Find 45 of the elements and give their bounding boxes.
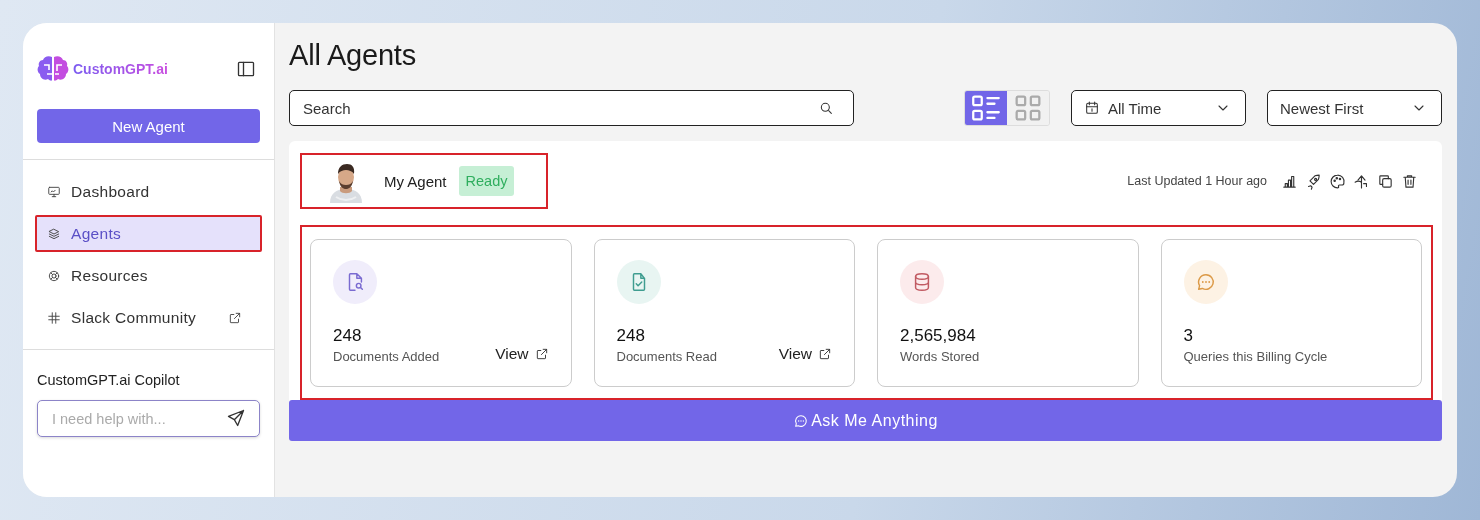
calendar-icon [1084, 100, 1100, 116]
palette-icon[interactable] [1329, 172, 1346, 190]
hash-icon [47, 310, 61, 325]
sidebar-toggle-icon[interactable] [236, 59, 256, 79]
copilot-title: CustomGPT.ai Copilot [37, 372, 181, 388]
stat-value: 248 [333, 326, 363, 346]
agent-name[interactable]: My Agent [384, 172, 447, 190]
brand-name: CustomGPT.ai [73, 61, 168, 77]
copy-icon[interactable] [1377, 172, 1394, 190]
stat-value: 248 [616, 326, 646, 346]
chat-bubble-icon [793, 412, 810, 429]
share-arrow-icon[interactable] [1353, 172, 1370, 190]
status-badge: Ready [458, 166, 515, 196]
monitor-icon [47, 184, 61, 199]
external-link-icon [534, 347, 549, 361]
search-field[interactable]: Search [289, 90, 854, 126]
layers-icon [47, 226, 61, 241]
copilot-input-field[interactable]: I need help with... [37, 400, 260, 437]
trash-icon[interactable] [1401, 172, 1418, 190]
last-updated-text: Last Updated 1 Hour ago [1127, 174, 1267, 188]
search-icon[interactable] [818, 100, 834, 116]
sidebar-item[interactable]: Agents [35, 215, 262, 252]
time-filter-dropdown[interactable]: All Time [1071, 90, 1246, 126]
stat-value: 2,565,984 [900, 326, 977, 346]
external-link-icon [228, 310, 242, 325]
stat-label: Documents Read [616, 349, 717, 364]
rocket-icon[interactable] [1305, 172, 1322, 190]
brain-logo-icon [37, 54, 69, 84]
stat-label: Queries this Billing Cycle [1183, 349, 1328, 364]
external-link-icon [818, 347, 832, 361]
new-agent-button[interactable]: New Agent [37, 109, 260, 143]
stat-value: 3 [1183, 326, 1194, 346]
view-link[interactable]: View [778, 345, 832, 363]
view-link[interactable]: View [495, 345, 549, 363]
stat-label: Words Stored [900, 349, 980, 364]
send-icon[interactable] [226, 408, 246, 428]
lifebuoy-icon [47, 268, 61, 283]
page-title: All Agents [289, 39, 417, 73]
ask-button[interactable]: Ask Me Anything [289, 400, 1442, 441]
sidebar-item[interactable]: Slack Community [35, 299, 262, 336]
sort-dropdown[interactable]: Newest First [1267, 90, 1442, 126]
list-view-button[interactable] [965, 91, 1007, 125]
stat-label: Documents Added [333, 349, 440, 364]
sidebar-item[interactable]: Resources [35, 257, 262, 294]
sidebar-item[interactable]: Dashboard [35, 173, 262, 210]
